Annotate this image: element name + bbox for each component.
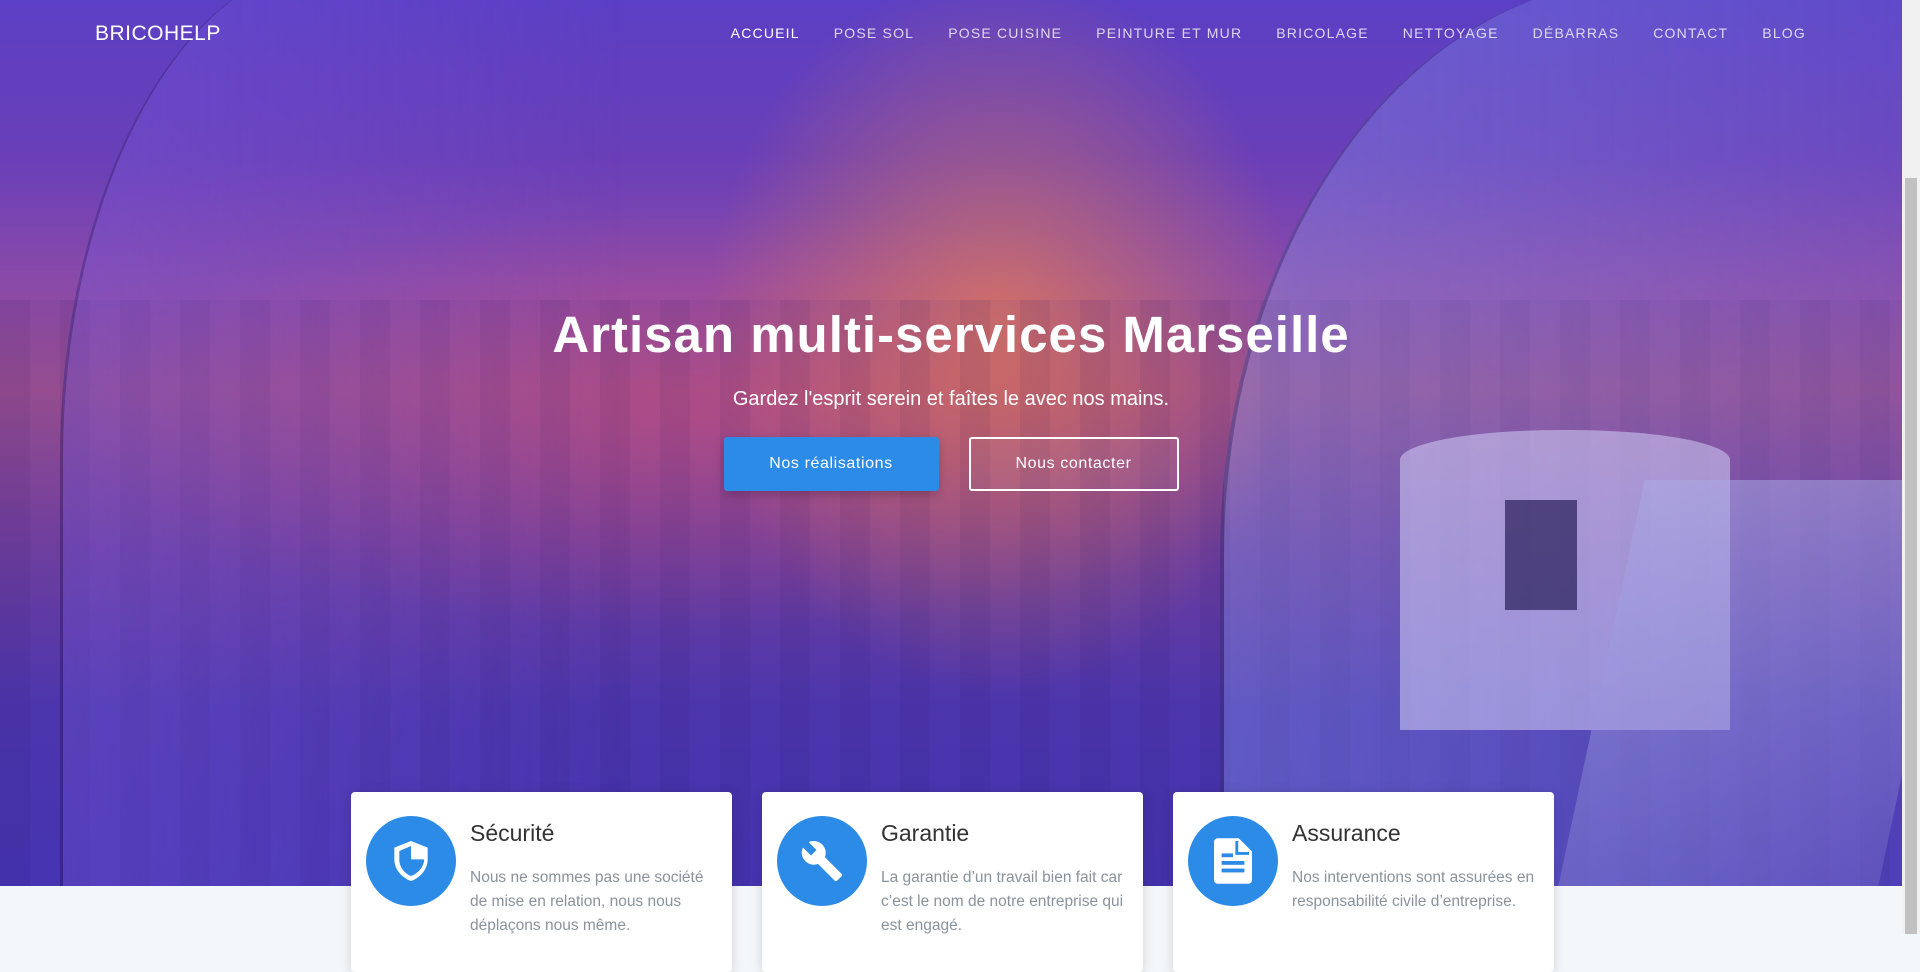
hero-subtitle: Gardez l'esprit serein et faîtes le avec…	[732, 388, 1170, 410]
hero-buttons: Nos réalisations Nous contacter	[0, 437, 1902, 491]
nav-peinture-et-mur[interactable]: PEINTURE ET MUR	[1096, 25, 1242, 41]
navbar: BRICOHELP ACCUEIL POSE SOL POSE CUISINE …	[0, 0, 1902, 68]
contact-button[interactable]: Nous contacter	[968, 437, 1179, 491]
card-title: Garantie	[881, 820, 970, 846]
nav-nettoyage[interactable]: NETTOYAGE	[1403, 25, 1499, 41]
document-icon	[1188, 816, 1278, 906]
card-text: Nos interventions sont assurées en respo…	[1292, 869, 1535, 910]
brand-logo[interactable]: BRICOHELP	[95, 22, 221, 46]
feature-card-garantie: Garantie La garantie d’un travail bien f…	[762, 792, 1143, 972]
card-title: Sécurité	[470, 820, 555, 846]
nav-pose-sol[interactable]: POSE SOL	[834, 25, 914, 41]
nav-pose-cuisine[interactable]: POSE CUISINE	[948, 25, 1062, 41]
nav-debarras[interactable]: DÉBARRAS	[1533, 25, 1620, 41]
shield-icon	[366, 816, 456, 906]
main-nav: ACCUEIL POSE SOL POSE CUISINE PEINTURE E…	[731, 25, 1806, 41]
wrench-icon	[777, 816, 867, 906]
scrollbar-thumb[interactable]	[1905, 178, 1917, 934]
page-scrollbar[interactable]	[1902, 0, 1920, 934]
hero-title: Artisan multi-services Marseille	[552, 306, 1350, 363]
nav-contact[interactable]: CONTACT	[1653, 25, 1728, 41]
hero-content: Artisan multi-services Marseille Gardez …	[0, 305, 1902, 491]
tower-door	[1505, 500, 1577, 610]
nav-blog[interactable]: BLOG	[1762, 25, 1806, 41]
realisations-button[interactable]: Nos réalisations	[723, 437, 939, 491]
feature-card-securite: Sécurité Nous ne sommes pas une société …	[351, 792, 732, 972]
card-text: La garantie d’un travail bien fait car c…	[881, 869, 1124, 934]
feature-cards: Sécurité Nous ne sommes pas une société …	[351, 792, 1554, 972]
nav-accueil[interactable]: ACCUEIL	[731, 25, 800, 41]
feature-card-assurance: Assurance Nos interventions sont assurée…	[1173, 792, 1554, 972]
card-title: Assurance	[1292, 820, 1401, 846]
nav-bricolage[interactable]: BRICOLAGE	[1276, 25, 1369, 41]
card-text: Nous ne sommes pas une société de mise e…	[470, 869, 704, 934]
